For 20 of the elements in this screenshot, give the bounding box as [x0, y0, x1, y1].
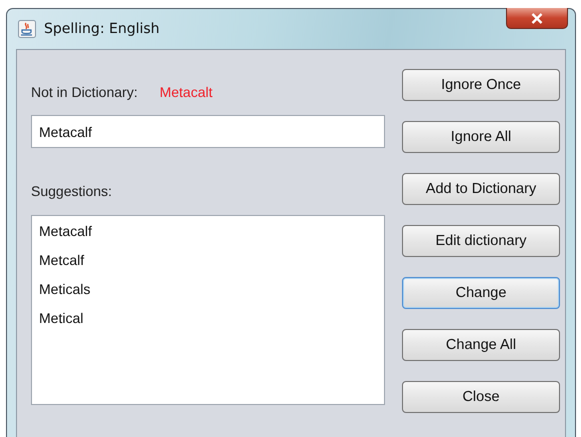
- suggestion-item[interactable]: Meticals: [32, 279, 384, 308]
- close-icon: [531, 12, 543, 24]
- suggestions-list[interactable]: Metacalf Metcalf Meticals Metical: [31, 215, 385, 405]
- close-button[interactable]: [506, 8, 568, 29]
- replacement-field[interactable]: Metacalf: [31, 115, 385, 148]
- suggestion-item[interactable]: Metacalf: [32, 221, 384, 250]
- dialog-button[interactable]: Close: [402, 381, 560, 413]
- window-title: Spelling: English: [44, 21, 160, 37]
- dialog-button[interactable]: Change All: [402, 329, 560, 361]
- dialog-button[interactable]: Ignore All: [402, 121, 560, 153]
- suggestion-item[interactable]: Metcalf: [32, 250, 384, 279]
- suggestions-label: Suggestions:: [31, 183, 113, 199]
- java-cup-icon: [18, 20, 36, 38]
- not-in-dictionary-label: Not in Dictionary:: [31, 84, 138, 100]
- dialog-button[interactable]: Ignore Once: [402, 69, 560, 101]
- dialog-button[interactable]: Add to Dictionary: [402, 173, 560, 205]
- dialog-button[interactable]: Change: [402, 277, 560, 309]
- dialog-button[interactable]: Edit dictionary: [402, 225, 560, 257]
- misspelled-word: Metacalt: [160, 84, 213, 100]
- suggestion-item[interactable]: Metical: [32, 308, 384, 337]
